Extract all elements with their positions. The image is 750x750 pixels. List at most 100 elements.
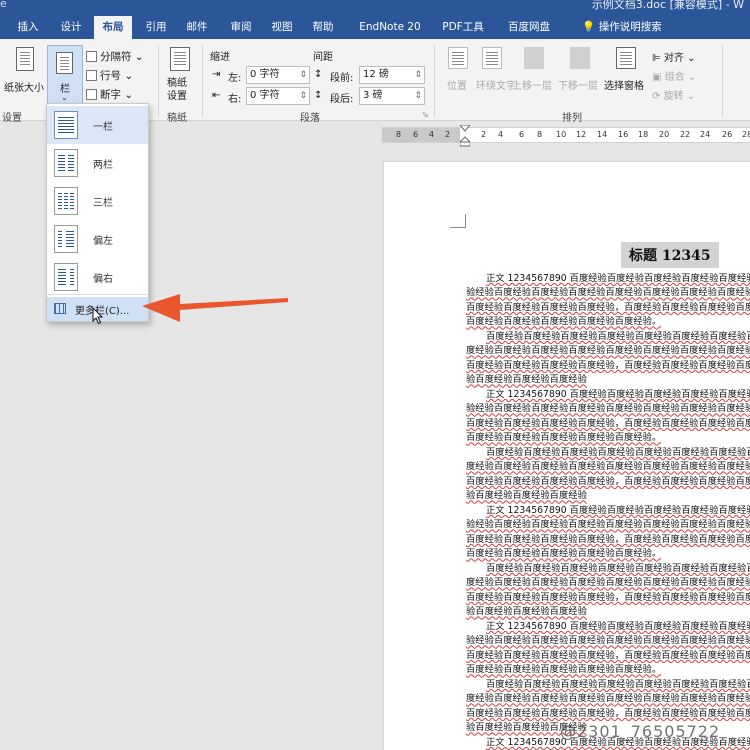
ruler-tick-label: 6 [413, 130, 419, 139]
column-layout-icon [54, 111, 78, 139]
ruler-tick-label: 24 [700, 130, 711, 139]
position-button[interactable]: 位置 [444, 45, 474, 105]
lightbulb-icon: 💡 [582, 21, 596, 33]
body-paragraph[interactable]: 百度经验百度经验百度经验百度经验百度经验百度经验百度经验百度经验度经验百度经验百… [466, 562, 750, 620]
body-paragraph[interactable]: 正文 1234567890 百度经验百度经验百度经验百度经验百度经验百度经验验经… [466, 504, 750, 562]
position-icon [448, 47, 468, 69]
paragraph-line: 百度经验百度经验百度经验百度经验百度经验百度经验百度经验百度经验 [486, 447, 750, 458]
align-label: 对齐 [663, 53, 684, 64]
ruler-tick-label: 26 [722, 130, 733, 139]
hyphenation-icon [86, 89, 97, 100]
tab-10[interactable]: PDF工具 [436, 16, 490, 39]
body-paragraph[interactable]: 百度经验百度经验百度经验百度经验百度经验百度经验百度经验百度经验度经验百度经验百… [466, 330, 750, 388]
tab-2[interactable]: 设计 [52, 16, 90, 39]
breaks-button[interactable]: 分隔符 ⌄ [86, 49, 144, 64]
group-objects-button[interactable]: ▣ 组合 ⌄ [652, 68, 696, 83]
paragraph-line: 验经验百度经验百度经验百度经验百度经验百度经验百度经验百度经验百度经验 [466, 287, 750, 299]
tab-8[interactable]: 帮助 [304, 16, 342, 39]
space-before-input[interactable]: 12 磅 [359, 66, 425, 84]
send-backward-button[interactable]: 下移一层 [558, 45, 602, 105]
columns-option-label: 偏右 [93, 274, 113, 285]
chevron-down-icon: ⌄ [124, 70, 134, 82]
tab-6[interactable]: 审阅 [222, 16, 260, 39]
line-numbers-icon [86, 70, 97, 81]
columns-option-5[interactable]: 偏右 [47, 258, 148, 296]
space-after-input[interactable]: 3 磅 [359, 87, 425, 105]
manuscript-settings-button[interactable]: 稿纸 设置 [164, 45, 196, 105]
paper-size-icon [16, 47, 34, 71]
column-layout-icon [54, 225, 78, 253]
paragraph-line: 百度经验百度经验百度经验百度经验百度经验百度经验百度经验百度经验 [486, 563, 750, 574]
ruler-tick-label: 28 [742, 130, 750, 139]
horizontal-ruler[interactable]: 8 6 4 2 2 4 6 8 10 12 14 16 18 20 22 24 26 28 [382, 125, 750, 147]
wrap-text-label: 环绕文字 [476, 81, 516, 92]
tab-1[interactable]: 插入 [10, 16, 46, 39]
ruler-tick-label: 4 [498, 130, 504, 139]
indent-left-label: 左: [228, 73, 242, 84]
paragraph-line: 正文 1234567890 百度经验百度经验百度经验百度经验百度经验百度经验 [486, 505, 750, 516]
selection-pane-icon [616, 47, 636, 69]
body-paragraph[interactable]: 正文 1234567890 百度经验百度经验百度经验百度经验百度经验百度经验验经… [466, 620, 750, 678]
paragraph-line: 百度经验百度经验百度经验百度经验，百度经验百度经验百度经验百度经验百度 [466, 649, 750, 661]
wrap-text-button[interactable]: 环绕文字 [476, 45, 516, 105]
tab-4[interactable]: 引用 [138, 16, 174, 39]
columns-option-2[interactable]: 两栏 [47, 144, 148, 182]
paper-size-button[interactable]: 纸张大小 [4, 45, 44, 105]
paragraph-line: 度经验百度经验百度经验百度经验百度经验百度经验百度经验百度经验百度经验 [466, 461, 750, 473]
body-paragraph[interactable]: 正文 1234567890 百度经验百度经验百度经验百度经验百度经验百度经验验经… [466, 272, 750, 330]
rotate-label: 旋转 [663, 91, 684, 102]
tab-9[interactable]: EndNote 20 [352, 16, 428, 39]
columns-option-label: 一栏 [93, 122, 113, 133]
position-label: 位置 [447, 81, 467, 92]
mouse-pointer-icon [92, 307, 104, 325]
indent-marker-icon[interactable] [460, 125, 470, 147]
group-divider [202, 45, 203, 117]
paragraph-line: 验百度经验百度经验百度经验 [466, 374, 587, 386]
align-button[interactable]: ⊫ 对齐 ⌄ [652, 49, 695, 64]
paragraph-line: 百度经验百度经验百度经验百度经验，百度经验百度经验百度经验百度经验百度经验 [466, 707, 750, 719]
columns-option-3[interactable]: 三栏 [47, 182, 148, 220]
columns-button[interactable]: 栏 ⌄ [47, 45, 83, 107]
columns-option-1[interactable]: 一栏 [47, 106, 148, 144]
indent-right-input[interactable]: 0 字符 [246, 87, 310, 105]
manuscript-icon [170, 47, 190, 71]
paragraph-line: 百度经验百度经验百度经验百度经验，百度经验百度经验百度经验百度经验百度 [466, 533, 750, 545]
indent-left-input[interactable]: 0 字符 [246, 66, 310, 84]
ruler-tick-label: 22 [680, 130, 691, 139]
tab-7[interactable]: 视图 [264, 16, 300, 39]
hyphenation-button[interactable]: 断字 ⌄ [86, 87, 133, 102]
tab-3[interactable]: 布局 [94, 16, 132, 39]
margin-corner-mark [450, 214, 466, 228]
tab-11[interactable]: 百度网盘 [498, 16, 560, 39]
document-heading[interactable]: 标题 12345 [621, 242, 719, 268]
space-after-icon: ↕ [314, 90, 323, 101]
selection-pane-button[interactable]: 选择窗格 [604, 45, 648, 105]
columns-option-4[interactable]: 偏左 [47, 220, 148, 258]
ruler-tick-label: 16 [618, 130, 629, 139]
paragraph-line: 度经验百度经验百度经验百度经验百度经验百度经验百度经验百度经验百度经验 [466, 693, 750, 705]
line-numbers-button[interactable]: 行号 ⌄ [86, 68, 133, 83]
paragraph-line: 正文 1234567890 百度经验百度经验百度经验百度经验百度经验百度经验 [486, 621, 750, 632]
more-columns-icon [54, 303, 66, 314]
space-before-icon: ↕ [314, 69, 323, 80]
indent-right-label: 右: [228, 94, 242, 105]
paragraph-line: 验经验百度经验百度经验百度经验百度经验百度经验百度经验百度经验百度经验 [466, 403, 750, 415]
dialog-launcher-icon[interactable]: ⬂ [422, 110, 429, 119]
body-paragraph[interactable]: 正文 1234567890 百度经验百度经验百度经验百度经验百度经验百度经验验经… [466, 388, 750, 446]
chevron-down-icon: ⌄ [687, 53, 696, 64]
wrap-text-icon [482, 47, 502, 69]
breaks-label: 分隔符 [100, 51, 132, 63]
body-paragraph[interactable]: 百度经验百度经验百度经验百度经验百度经验百度经验百度经验百度经验度经验百度经验百… [466, 446, 750, 504]
chevron-down-icon: ⌄ [61, 93, 68, 102]
tell-me-search[interactable]: 💡 操作说明搜索 [572, 16, 672, 39]
paragraph-line: 百度经验百度经验百度经验百度经验百度经验百度经验百度经验百度经验 [486, 331, 750, 342]
paragraph-line: 验经验百度经验百度经验百度经验百度经验百度经验百度经验百度经验百度经验 [466, 635, 750, 647]
paragraph-line: 百度经验百度经验百度经验百度经验，百度经验百度经验百度经验百度经验百度经验 [466, 591, 750, 603]
ruler-tick-label: 8 [396, 130, 402, 139]
document-page[interactable]: 标题 12345 正文 1234567890 百度经验百度经验百度经验百度经验百… [384, 162, 750, 750]
rotate-button[interactable]: ⟳ 旋转 ⌄ [652, 87, 695, 102]
tab-5[interactable]: 邮件 [178, 16, 216, 39]
bring-forward-button[interactable]: 上移一层 [512, 45, 556, 105]
paragraph-line: 正文 1234567890 百度经验百度经验百度经验百度经验百度经验百度经验 [486, 273, 750, 284]
paragraph-line: 百度经验百度经验百度经验百度经验百度经验百度经验百度经验百度经验 [486, 679, 750, 690]
